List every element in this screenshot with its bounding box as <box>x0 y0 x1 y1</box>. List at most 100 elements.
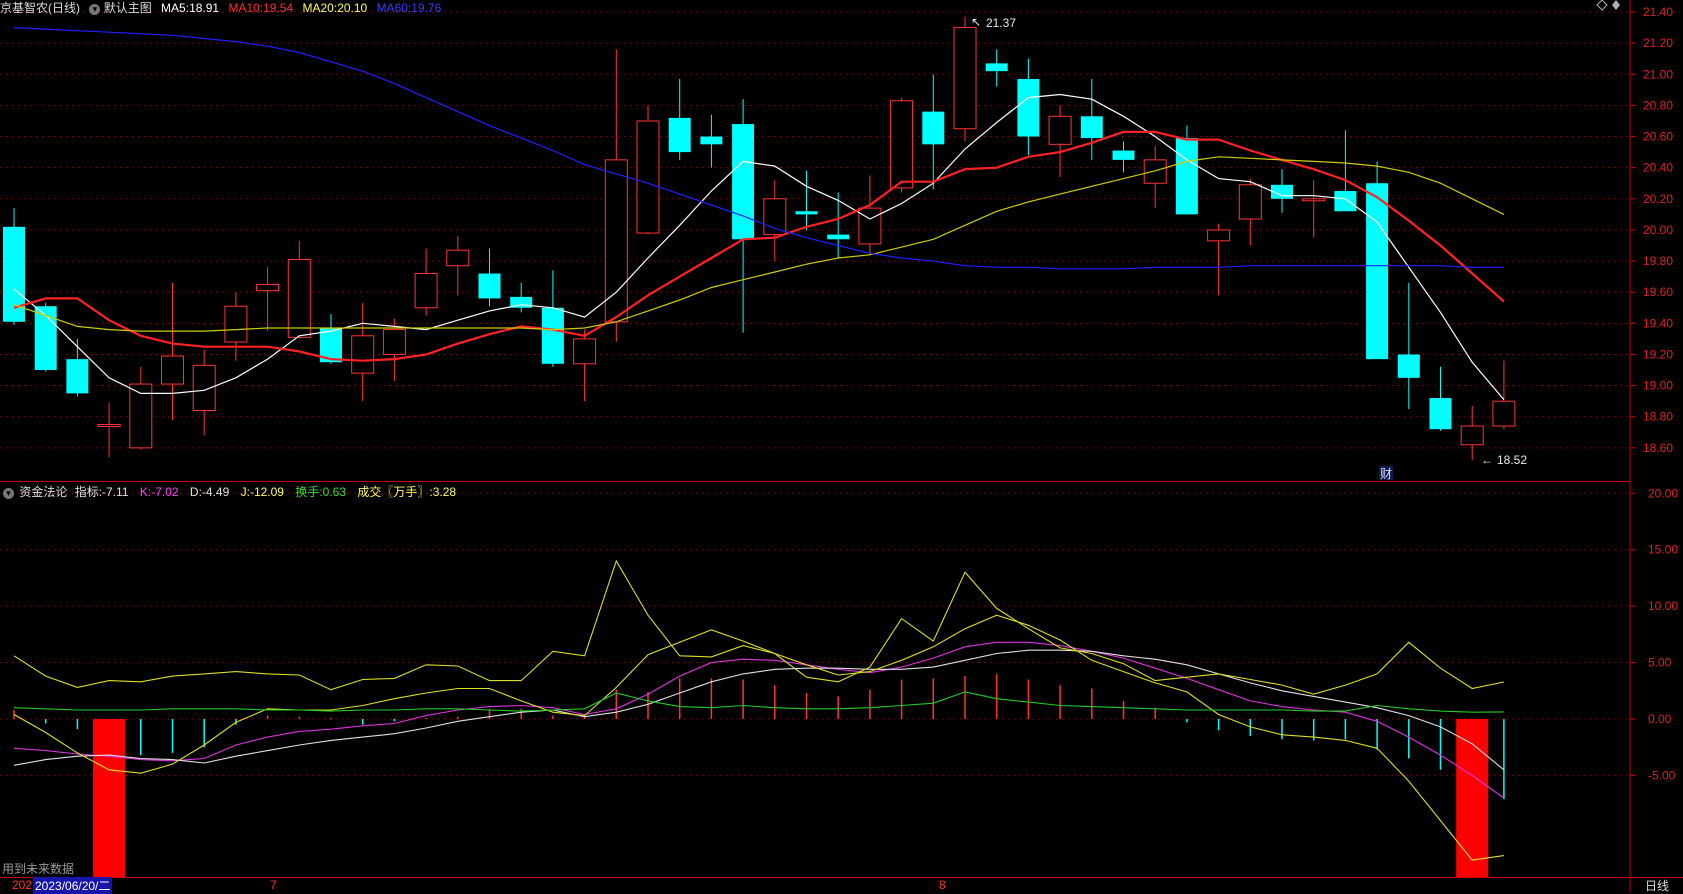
price-tick-label: 19.00 <box>1643 379 1673 393</box>
cursor-date[interactable]: 2023/06/20/二 <box>33 877 113 894</box>
candle-up[interactable] <box>97 424 121 428</box>
grid-layer <box>0 11 1630 776</box>
chart-canvas[interactable]: 21.40 21.20 21.00 20.80 20.60 20.40 20.20 20.00… <box>0 0 1683 892</box>
date-prefix: 202 <box>12 878 33 892</box>
candle-up[interactable] <box>1302 198 1326 202</box>
d-label: D: <box>189 485 202 499</box>
indicator-line-成交 <box>13 559 1505 695</box>
indicator-line-J <box>13 614 1504 861</box>
default-chart-label[interactable]: 默认主图 <box>104 1 152 15</box>
volume-label: 成交〖万手〗: <box>357 485 433 499</box>
candle-up[interactable] <box>351 335 375 374</box>
candle-down[interactable] <box>1175 138 1198 215</box>
candle-down[interactable] <box>1112 150 1135 160</box>
candle-down[interactable] <box>827 234 850 240</box>
candle-down[interactable] <box>1397 354 1420 378</box>
candle-down[interactable] <box>985 63 1008 72</box>
candle-up[interactable] <box>1207 229 1231 242</box>
candle-up[interactable] <box>192 364 216 412</box>
candle-up[interactable] <box>1048 115 1072 145</box>
indicator-tick-label: 15.00 <box>1648 543 1678 557</box>
candle-up[interactable] <box>287 259 311 338</box>
candle-up[interactable] <box>953 27 977 130</box>
candle-up[interactable] <box>224 305 248 343</box>
j-value: -12.09 <box>249 485 284 499</box>
ma60-value: 19.76 <box>411 1 442 15</box>
turnover-value: 0.63 <box>322 485 347 499</box>
candle-up[interactable] <box>1492 400 1516 427</box>
price-tick-label: 20.80 <box>1643 98 1673 112</box>
candle-up[interactable] <box>414 273 438 309</box>
future-data-note: 用到未来数据 <box>2 862 75 876</box>
d-value: -4.49 <box>201 485 230 499</box>
month-label-8: 8 <box>939 878 946 892</box>
candle-down[interactable] <box>1080 116 1103 139</box>
price-tick-label: 19.40 <box>1643 316 1673 330</box>
financial-badge[interactable]: 财 <box>1380 467 1392 481</box>
candle-down[interactable] <box>668 117 691 153</box>
main-chart-header: 京基智农(日线) ▾ 默认主图 MA5:18.91 MA10:19.54 MA2… <box>0 0 441 16</box>
candle-down[interactable] <box>732 124 755 240</box>
candle-down[interactable] <box>478 273 501 299</box>
candle-up[interactable] <box>763 198 787 236</box>
chevron-down-icon[interactable]: ▾ <box>89 4 101 15</box>
indicator-layer <box>13 559 1505 877</box>
period-label[interactable]: 日线 <box>1645 877 1669 894</box>
k-label: K: <box>139 485 152 499</box>
price-tick-label: 20.60 <box>1643 130 1673 144</box>
candle-down[interactable] <box>66 359 89 394</box>
price-tick-label: 19.60 <box>1643 285 1673 299</box>
k-value: -7.02 <box>151 485 179 499</box>
chevron-down-icon[interactable]: ▾ <box>3 488 14 499</box>
ma-line-ma5 <box>13 93 1505 400</box>
ma20-value: 20.10 <box>337 1 368 15</box>
volume-value: 3.28 <box>432 485 457 499</box>
candle-up[interactable] <box>1143 159 1167 184</box>
price-tick-label: 19.80 <box>1643 254 1673 268</box>
j-label: J: <box>240 485 250 499</box>
month-label-7: 7 <box>270 878 277 892</box>
candle-up[interactable] <box>858 207 882 245</box>
ma10-value: 19.54 <box>263 1 294 15</box>
candle-up[interactable] <box>382 329 406 355</box>
candle-up[interactable] <box>573 338 597 365</box>
price-tick-label: 20.40 <box>1643 161 1673 175</box>
ma-line-ma60 <box>13 27 1504 270</box>
price-tick-label: 20.00 <box>1643 223 1673 237</box>
candle-down[interactable] <box>1429 398 1452 430</box>
high-price-label: 21.37 <box>986 16 1016 30</box>
low-price-label: 18.52 <box>1497 453 1527 467</box>
indicator-label: 指标: <box>74 485 103 499</box>
ma5-value: 18.91 <box>189 1 220 15</box>
indicator-value: -7.11 <box>102 485 129 499</box>
price-tick-label: 18.60 <box>1643 441 1673 455</box>
ma60-label: MA60: <box>376 1 412 15</box>
indicator-tick-label: 20.00 <box>1648 486 1678 500</box>
stock-name[interactable]: 京基智农(日线) <box>0 1 80 15</box>
indicator-line-K <box>13 641 1505 799</box>
candle-up[interactable] <box>890 100 914 189</box>
candle-up[interactable] <box>446 249 470 267</box>
candle-up[interactable] <box>636 120 660 234</box>
price-tick-label: 21.40 <box>1643 5 1673 19</box>
candle-up[interactable] <box>1238 184 1262 220</box>
ma10-label: MA10: <box>228 1 264 15</box>
signal-bar[interactable] <box>1456 719 1489 877</box>
candle-down[interactable] <box>1366 183 1389 360</box>
indicator-name[interactable]: 资金法论 <box>19 485 67 499</box>
diamond-filled-icon[interactable] <box>1612 0 1620 10</box>
signal-bar[interactable] <box>93 719 126 877</box>
ma20-label: MA20: <box>302 1 338 15</box>
candle-up[interactable] <box>1460 425 1484 446</box>
candle-down[interactable] <box>1017 78 1040 137</box>
candle-down[interactable] <box>700 136 723 145</box>
candle-down[interactable] <box>922 111 945 145</box>
candle-down[interactable] <box>1334 191 1357 212</box>
candle-up[interactable] <box>161 355 184 385</box>
diamond-icon[interactable] <box>1596 0 1608 11</box>
kline-workspace[interactable]: 21.40 21.20 21.00 20.80 20.60 20.40 20.20 20.00… <box>0 0 1683 894</box>
candle-down[interactable] <box>795 211 818 215</box>
ma5-label: MA5: <box>161 1 190 15</box>
candle-up[interactable] <box>256 283 280 292</box>
candle-down[interactable] <box>541 307 564 364</box>
